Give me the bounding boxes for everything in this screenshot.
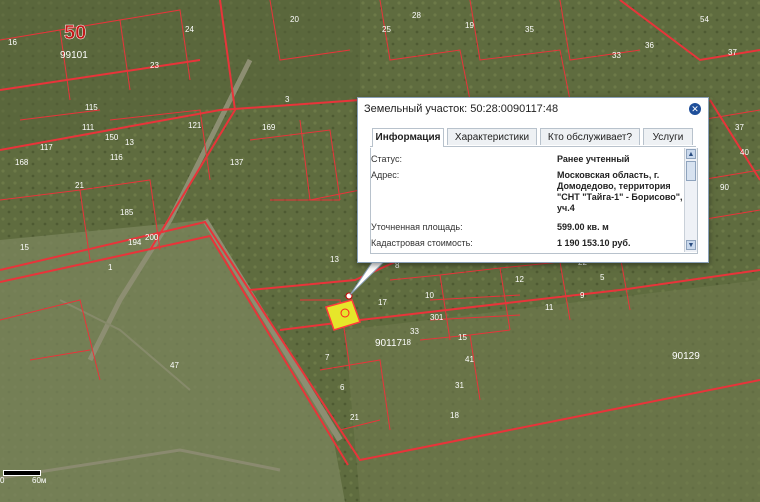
parcel-number-label: 20 <box>290 15 299 24</box>
parcel-number-label: 13 <box>125 138 134 147</box>
parcel-number-label: 12 <box>515 275 524 284</box>
popup-tabs: Информация Характеристики Кто обслуживае… <box>370 128 696 147</box>
parcel-number-label: 121 <box>188 121 202 130</box>
scroll-thumb[interactable] <box>686 161 696 181</box>
field-value: Ранее учтенный <box>557 154 630 164</box>
parcel-number-label: 24 <box>185 25 194 34</box>
parcel-number-label: 116 <box>110 153 123 162</box>
popup-scrollbar[interactable]: ▲ ▼ <box>684 148 697 252</box>
region-label: 50 <box>64 22 86 44</box>
field-value: 1 190 153.10 руб. <box>557 238 631 248</box>
quarter-label: 90129 <box>672 351 700 362</box>
parcel-number-label: 15 <box>458 333 467 342</box>
parcel-number-label: 6 <box>340 383 345 392</box>
parcel-number-label: 37 <box>728 48 737 57</box>
parcel-number-label: 25 <box>382 25 391 34</box>
tab-services[interactable]: Услуги <box>643 128 693 145</box>
parcel-number-label: 1 <box>108 263 113 272</box>
parcel-number-label: 33 <box>612 51 621 60</box>
parcel-number-label: 13 <box>330 255 339 264</box>
parcel-number-label: 200 <box>145 233 159 242</box>
field-value: Московская область, г. Домодедово, терри… <box>557 170 683 213</box>
parcel-number-label: 40 <box>740 148 749 157</box>
parcel-number-label: 54 <box>700 15 709 24</box>
tab-information[interactable]: Информация <box>372 128 444 147</box>
scroll-down-icon[interactable]: ▼ <box>686 240 696 250</box>
parcel-number-label: 7 <box>325 353 330 362</box>
parcel-number-label: 111 <box>82 123 95 132</box>
parcel-number-label: 11 <box>545 303 554 312</box>
parcel-number-label: 9 <box>580 291 585 300</box>
parcel-number-label: 90 <box>720 183 729 192</box>
popup-title: Земельный участок: 50:28:0090117:48 <box>364 103 559 115</box>
scale-end-label: 60м <box>32 476 47 485</box>
parcel-number-label: 5 <box>600 273 605 282</box>
parcel-number-label: 185 <box>120 208 134 217</box>
quarter-label: 90117 <box>375 338 403 349</box>
field-value: 599.00 кв. м <box>557 222 609 232</box>
parcel-number-label: 21 <box>350 413 359 422</box>
parcel-number-label: 35 <box>525 25 534 34</box>
parcel-number-label: 10 <box>425 291 434 300</box>
parcel-number-label: 33 <box>410 327 419 336</box>
quarter-label: 99101 <box>60 50 88 61</box>
parcel-number-label: 41 <box>465 355 474 364</box>
scale-start-label: 0 <box>0 476 5 485</box>
parcel-number-label: 137 <box>230 158 244 167</box>
parcel-number-label: 37 <box>735 123 744 132</box>
parcel-number-label: 169 <box>262 123 276 132</box>
popup-content: Статус: Ранее учтенный Адрес: Московская… <box>370 148 698 254</box>
parcel-number-label: 3 <box>285 95 290 104</box>
field-label: Статус: <box>371 154 402 164</box>
parcel-number-label: 36 <box>645 41 654 50</box>
parcel-number-label: 150 <box>105 133 119 142</box>
parcel-number-label: 18 <box>402 338 411 347</box>
parcel-number-label: 18 <box>450 411 459 420</box>
field-label: Кадастровая стоимость: <box>371 238 473 248</box>
parcel-number-label: 17 <box>378 298 387 307</box>
parcel-info-popup: Земельный участок: 50:28:0090117:48 ✕ Ин… <box>357 97 709 263</box>
close-icon[interactable]: ✕ <box>689 103 701 115</box>
parcel-number-label: 115 <box>85 103 98 112</box>
parcel-number-label: 47 <box>170 361 179 370</box>
scale-bar: 0 60м <box>0 467 60 487</box>
scroll-up-icon[interactable]: ▲ <box>686 149 696 159</box>
parcel-number-label: 28 <box>412 11 421 20</box>
parcel-number-label: 31 <box>455 381 464 390</box>
parcel-number-label: 16 <box>8 38 17 47</box>
tab-characteristics[interactable]: Характеристики <box>447 128 537 145</box>
field-label: Уточненная площадь: <box>371 222 463 232</box>
parcel-number-label: 301 <box>430 313 444 322</box>
parcel-number-label: 117 <box>40 143 53 152</box>
field-label: Адрес: <box>371 170 400 180</box>
parcel-number-label: 194 <box>128 238 142 247</box>
parcel-number-label: 15 <box>20 243 29 252</box>
parcel-number-label: 19 <box>465 21 474 30</box>
parcel-number-label: 23 <box>150 61 159 70</box>
parcel-number-label: 168 <box>15 158 29 167</box>
tab-who-serves[interactable]: Кто обслуживает? <box>540 128 640 145</box>
parcel-number-label: 21 <box>75 181 84 190</box>
